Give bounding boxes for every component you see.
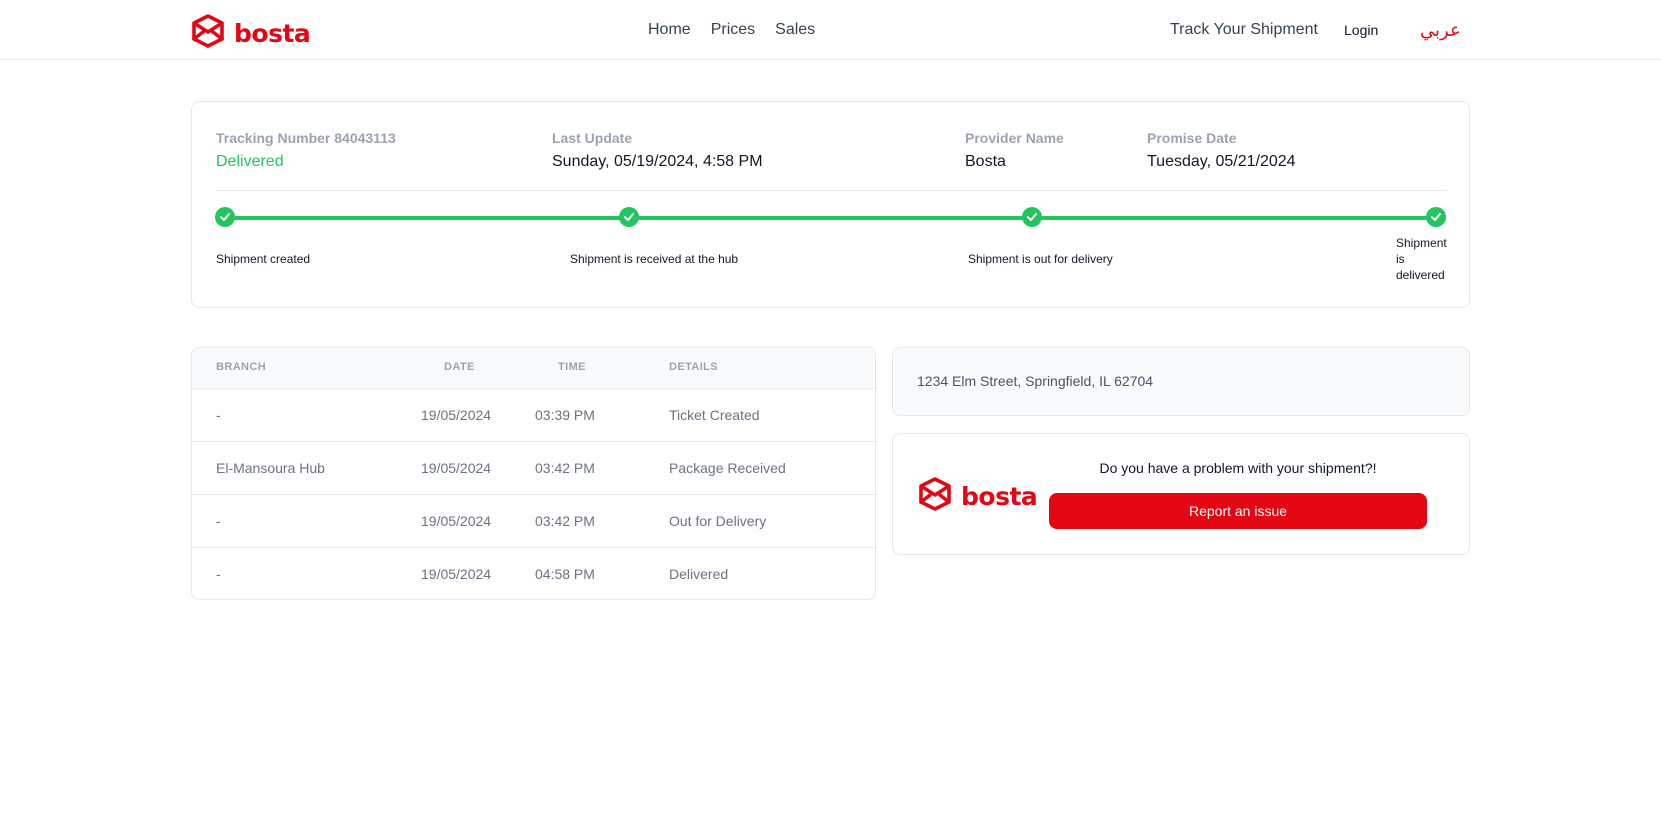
logo-text: bosta <box>961 481 1038 511</box>
report-problem-card: bosta Do you have a problem with your sh… <box>892 433 1470 555</box>
header-details: DETAILS <box>669 361 719 373</box>
step-created-label: Shipment created <box>216 252 311 266</box>
step-hub-label: Shipment is received at the hub <box>570 252 739 266</box>
cell-time: 03:39 PM <box>535 407 595 423</box>
nav-prices[interactable]: Prices <box>711 18 755 42</box>
table-row: - 19/05/2024 03:42 PM Out for Delivery <box>192 494 875 547</box>
summary-divider <box>216 190 1447 191</box>
table-row: - 19/05/2024 04:58 PM Delivered <box>192 547 875 599</box>
cell-time: 03:42 PM <box>535 513 595 529</box>
language-toggle[interactable]: عربي <box>1420 17 1461 43</box>
table-header: BRANCH DATE TIME DETAILS <box>192 348 875 388</box>
cell-details: Package Received <box>669 460 786 476</box>
promise-date-field: Promise Date Tuesday, 05/21/2024 <box>1147 128 1296 174</box>
provider-label: Provider Name <box>965 130 1064 146</box>
last-update-label: Last Update <box>552 130 633 146</box>
cell-date: 19/05/2024 <box>421 460 492 476</box>
table-row: - 19/05/2024 03:39 PM Ticket Created <box>192 388 875 441</box>
bosta-logo-icon <box>190 13 226 54</box>
step-created-check-icon <box>215 207 235 227</box>
provider-field: Provider Name Bosta <box>965 128 1064 174</box>
cell-details: Delivered <box>669 566 729 582</box>
step-delivered-label: Shipment is delivered <box>1396 236 1447 282</box>
bosta-logo: bosta <box>917 476 1038 517</box>
login-link[interactable]: Login <box>1344 18 1378 42</box>
last-update-value: Sunday, 05/19/2024, 4:58 PM <box>552 153 763 170</box>
shipment-summary-card: Tracking Number 84043113 Delivered Last … <box>191 101 1470 308</box>
header-time: TIME <box>558 361 586 373</box>
delivery-address: 1234 Elm Street, Springfield, IL 62704 <box>917 373 1154 389</box>
promise-date-value: Tuesday, 05/21/2024 <box>1147 153 1296 170</box>
progress-bar <box>224 216 1437 220</box>
cell-details: Ticket Created <box>669 407 760 423</box>
promise-date-label: Promise Date <box>1147 130 1237 146</box>
step-hub-check-icon <box>619 207 639 227</box>
cell-time: 04:58 PM <box>535 566 595 582</box>
step-delivered-check-icon <box>1426 207 1446 227</box>
problem-question: Do you have a problem with your shipment… <box>1099 460 1377 476</box>
header-date: DATE <box>444 361 475 373</box>
bosta-logo-icon <box>917 476 953 517</box>
events-table: BRANCH DATE TIME DETAILS - 19/05/2024 03… <box>191 347 876 600</box>
tracking-number-label: Tracking Number 84043113 <box>216 130 396 146</box>
cell-time: 03:42 PM <box>535 460 595 476</box>
step-out-label: Shipment is out for delivery <box>968 252 1113 266</box>
step-out-check-icon <box>1022 207 1042 227</box>
nav-home[interactable]: Home <box>648 18 691 42</box>
header-branch: BRANCH <box>216 361 267 373</box>
cell-date: 19/05/2024 <box>421 566 492 582</box>
tracking-field: Tracking Number 84043113 Delivered <box>216 128 396 174</box>
cell-branch: El-Mansoura Hub <box>216 460 325 476</box>
last-update-field: Last Update Sunday, 05/19/2024, 4:58 PM <box>552 128 763 174</box>
main-nav: Home Prices Sales <box>648 18 815 42</box>
logo-text: bosta <box>234 18 311 48</box>
cell-details: Out for Delivery <box>669 513 767 529</box>
track-shipment-link[interactable]: Track Your Shipment <box>1170 18 1318 42</box>
top-nav-bar: bosta Home Prices Sales Track Your Shipm… <box>0 0 1661 60</box>
report-issue-button[interactable]: Report an issue <box>1049 493 1427 529</box>
table-row: El-Mansoura Hub 19/05/2024 03:42 PM Pack… <box>192 441 875 494</box>
delivery-address-card: 1234 Elm Street, Springfield, IL 62704 <box>892 347 1470 416</box>
cell-date: 19/05/2024 <box>421 513 492 529</box>
cell-branch: - <box>216 566 221 582</box>
cell-branch: - <box>216 513 221 529</box>
cell-date: 19/05/2024 <box>421 407 492 423</box>
bosta-logo[interactable]: bosta <box>190 13 311 54</box>
cell-branch: - <box>216 407 221 423</box>
nav-sales[interactable]: Sales <box>775 18 815 42</box>
provider-value: Bosta <box>965 153 1006 170</box>
shipment-status: Delivered <box>216 153 284 170</box>
